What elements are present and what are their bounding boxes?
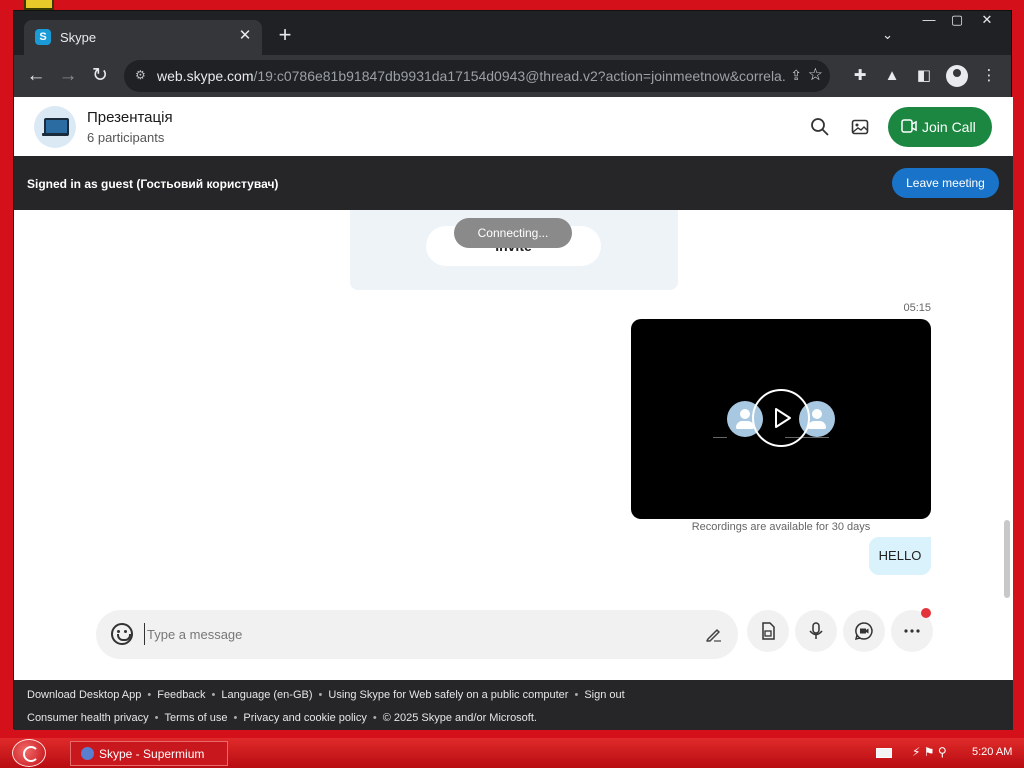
footer-links-row-1: Download Desktop App • Feedback • Language (… <box>27 689 625 701</box>
guest-banner: Signed in as guest (Гостьовий користувач… <box>14 156 1013 210</box>
maximize-button[interactable]: ▢ <box>942 11 972 31</box>
footer-link-health-privacy[interactable]: Consumer health privacy <box>27 712 149 724</box>
browser-window: S Skype ✕ + ⌄ — ▢ ✕ ← → ↻ ⚙ web.skype.co… <box>13 10 1013 730</box>
share-icon[interactable]: ⇪ <box>790 67 802 84</box>
extensions-puzzle-icon[interactable]: ✚ <box>849 65 871 87</box>
play-triangle-icon <box>775 408 791 428</box>
labs-flask-icon[interactable]: ▲ <box>881 65 903 87</box>
close-window-button[interactable]: ✕ <box>972 11 1002 31</box>
participant-name-mark <box>713 437 727 438</box>
tray-network-icon[interactable]: ⚡ ⚑ ⚲ <box>912 745 947 759</box>
footer-link-feedback[interactable]: Feedback <box>157 689 205 701</box>
browser-toolbar: ← → ↻ ⚙ web.skype.com/19:c0786e81b91847d… <box>14 55 1011 97</box>
footer-copyright: © 2025 Skype and/or Microsoft. <box>382 712 537 724</box>
tab-strip: S Skype ✕ + ⌄ — ▢ ✕ <box>14 11 1011 55</box>
address-bar[interactable]: ⚙ web.skype.com/19:c0786e81b91847db9931d… <box>124 60 830 92</box>
keyboard-icon[interactable] <box>876 748 892 758</box>
tab-title: Skype <box>60 30 97 45</box>
desktop-shortcut-icon[interactable] <box>24 0 54 10</box>
taskbar: Skype - Supermium ⚡ ⚑ ⚲ 5:20 AM <box>0 738 1024 768</box>
site-settings-icon[interactable]: ⚙ <box>135 68 151 84</box>
back-arrow-icon[interactable]: ← <box>24 64 48 88</box>
url-text[interactable]: web.skype.com/19:c0786e81b91847db9931da1… <box>157 68 787 84</box>
profile-avatar-icon[interactable] <box>946 65 968 87</box>
minimize-button[interactable]: — <box>914 11 944 31</box>
side-panel-icon[interactable]: ◧ <box>913 65 935 87</box>
chat-area: Invite Connecting... 05:15 Recordings ar… <box>14 210 1013 680</box>
skype-favicon-icon: S <box>35 29 51 45</box>
browser-menu-icon[interactable]: ⋮ <box>978 65 1000 87</box>
microphone-icon <box>809 622 823 639</box>
conversation-header: Презентація 6 participants Join Call <box>14 97 1013 156</box>
notification-dot <box>921 608 931 618</box>
supermium-icon <box>81 747 94 760</box>
message-composer <box>96 610 738 659</box>
send-file-button[interactable] <box>747 610 789 652</box>
tab-skype[interactable]: S Skype ✕ <box>24 20 262 55</box>
emoji-icon[interactable] <box>111 623 133 645</box>
format-pen-icon[interactable] <box>704 624 724 644</box>
participant-count[interactable]: 6 participants <box>87 130 164 145</box>
reload-icon[interactable]: ↻ <box>88 64 112 88</box>
gallery-icon[interactable] <box>850 117 870 137</box>
footer-link-download[interactable]: Download Desktop App <box>27 689 141 701</box>
search-icon[interactable] <box>810 117 830 137</box>
leave-meeting-button[interactable]: Leave meeting <box>892 168 999 198</box>
bookmark-star-icon[interactable]: ☆ <box>808 65 823 85</box>
more-dots-icon <box>904 629 920 633</box>
system-clock[interactable]: 5:20 AM <box>972 746 1012 758</box>
connecting-toast: Connecting... <box>454 218 572 248</box>
footer-link-terms[interactable]: Terms of use <box>165 712 228 724</box>
url-host: web.skype.com <box>157 68 254 84</box>
message-timestamp: 05:15 <box>903 302 931 314</box>
message-input[interactable] <box>144 623 684 645</box>
video-message-icon <box>854 622 873 641</box>
voice-message-button[interactable] <box>795 610 837 652</box>
page-footer: Download Desktop App • Feedback • Language (… <box>14 680 1013 730</box>
skype-page: Презентація 6 participants Join Call Sig… <box>14 97 1013 730</box>
footer-link-privacy-cookies[interactable]: Privacy and cookie policy <box>243 712 367 724</box>
footer-link-language[interactable]: Language (en-GB) <box>221 689 312 701</box>
tab-search-chevron-icon[interactable]: ⌄ <box>882 27 893 43</box>
chat-scrollbar[interactable] <box>1004 520 1010 598</box>
tab-close-icon[interactable]: ✕ <box>236 27 254 45</box>
footer-link-public-computer[interactable]: Using Skype for Web safely on a public c… <box>328 689 568 701</box>
new-tab-button[interactable]: + <box>274 24 296 47</box>
forward-arrow-icon[interactable]: → <box>56 64 80 88</box>
footer-links-row-2: Consumer health privacy • Terms of use • Pri… <box>27 712 537 724</box>
start-button[interactable] <box>12 739 46 767</box>
join-call-label: Join Call <box>922 119 976 135</box>
url-path: /19:c0786e81b91847db9931da17154d0943@thr… <box>253 68 787 84</box>
call-recording-video[interactable] <box>631 319 931 519</box>
play-icon[interactable] <box>752 389 810 447</box>
conversation-title[interactable]: Презентація <box>87 109 173 126</box>
composer-row <box>14 607 1013 669</box>
video-message-button[interactable] <box>843 610 885 652</box>
file-icon <box>762 622 775 640</box>
taskbar-window-button[interactable]: Skype - Supermium <box>70 741 228 766</box>
guest-status-text: Signed in as guest (Гостьовий користувач… <box>27 177 279 191</box>
footer-link-sign-out[interactable]: Sign out <box>584 689 624 701</box>
recording-note: Recordings are available for 30 days <box>691 521 871 533</box>
message-bubble[interactable]: HELLO <box>869 537 931 575</box>
taskbar-window-label: Skype - Supermium <box>99 747 205 761</box>
join-call-icon <box>901 119 917 133</box>
join-call-button[interactable]: Join Call <box>888 107 992 147</box>
conversation-avatar[interactable] <box>34 106 76 148</box>
